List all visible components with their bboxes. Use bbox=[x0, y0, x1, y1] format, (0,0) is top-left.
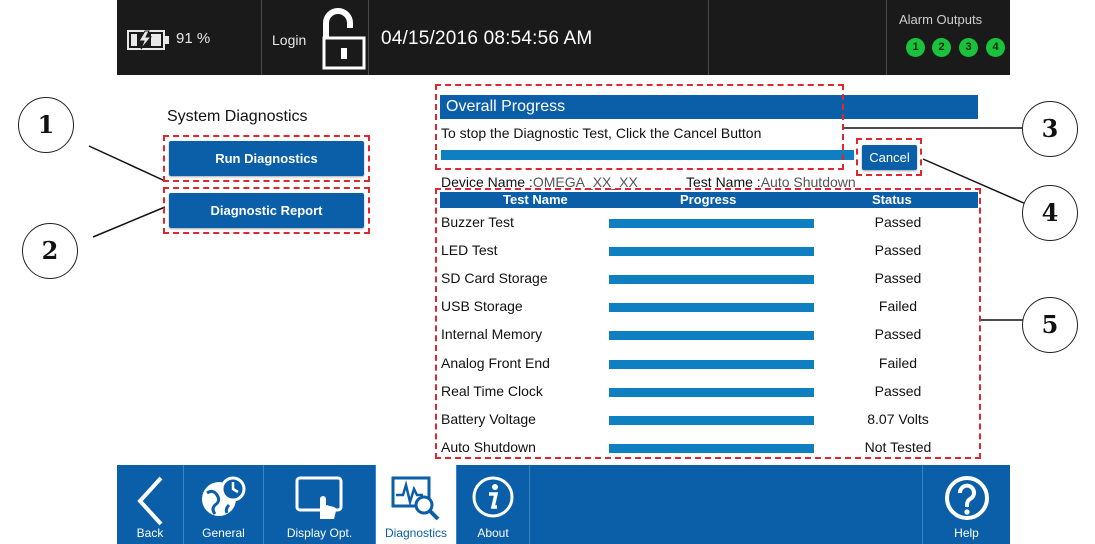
nav-display-opt-label: Display Opt. bbox=[286, 526, 353, 540]
highlight-overall-progress bbox=[435, 84, 844, 170]
info-icon bbox=[472, 476, 514, 518]
nav-diagnostics-label: Diagnostics bbox=[384, 526, 448, 540]
callout-1: 1 bbox=[18, 97, 74, 153]
status-bar: 91 % Login 04/15/2016 08:54:56 AM Alarm … bbox=[117, 0, 1010, 75]
nav-about-label: About bbox=[477, 526, 509, 540]
callout-5: 5 bbox=[1022, 297, 1078, 353]
nav-general[interactable]: General bbox=[184, 465, 264, 544]
nav-general-label: General bbox=[202, 526, 245, 540]
bottom-navigation: Back General Display Opt. Diagnostics Ab… bbox=[117, 465, 1010, 544]
system-diagnostics-title: System Diagnostics bbox=[167, 108, 308, 125]
globe-clock-icon bbox=[201, 476, 245, 516]
nav-back-label: Back bbox=[136, 526, 164, 540]
alarm-output-3: 3 bbox=[959, 38, 978, 57]
datetime-text: 04/15/2016 08:54:56 AM bbox=[381, 28, 593, 49]
alarm-output-1: 1 bbox=[906, 38, 925, 57]
battery-status: 91 % bbox=[117, 0, 262, 75]
nav-help[interactable]: Help bbox=[922, 465, 1010, 544]
datetime-display: 04/15/2016 08:54:56 AM bbox=[369, 0, 709, 75]
alarm-output-2: 2 bbox=[932, 38, 951, 57]
chevron-left-icon bbox=[137, 476, 163, 526]
alarm-outputs: Alarm Outputs 1 2 3 4 bbox=[887, 0, 1010, 75]
login-button[interactable]: Login bbox=[262, 0, 369, 75]
unlocked-padlock-icon bbox=[322, 8, 366, 70]
status-bar-spacer bbox=[709, 0, 887, 75]
highlight-cancel-button bbox=[856, 138, 922, 176]
callout-3: 3 bbox=[1022, 101, 1078, 157]
battery-percent: 91 % bbox=[176, 30, 211, 47]
alarm-outputs-title: Alarm Outputs bbox=[899, 12, 983, 27]
battery-charging-icon bbox=[127, 30, 169, 50]
highlight-run-diagnostics bbox=[163, 135, 370, 182]
alarm-output-4: 4 bbox=[986, 38, 1005, 57]
highlight-results-table bbox=[435, 188, 981, 459]
login-label: Login bbox=[272, 32, 307, 48]
nav-help-label: Help bbox=[954, 526, 979, 540]
nav-diagnostics[interactable]: Diagnostics bbox=[376, 465, 457, 544]
highlight-diagnostic-report bbox=[163, 187, 370, 234]
question-mark-icon bbox=[944, 476, 989, 520]
nav-display-opt[interactable]: Display Opt. bbox=[264, 465, 376, 544]
touch-screen-icon bbox=[295, 476, 342, 519]
nav-back[interactable]: Back bbox=[117, 465, 184, 544]
callout-2: 2 bbox=[22, 223, 78, 279]
waveform-magnifier-icon bbox=[391, 476, 440, 521]
callout-4: 4 bbox=[1022, 185, 1078, 241]
nav-about[interactable]: About bbox=[457, 465, 530, 544]
